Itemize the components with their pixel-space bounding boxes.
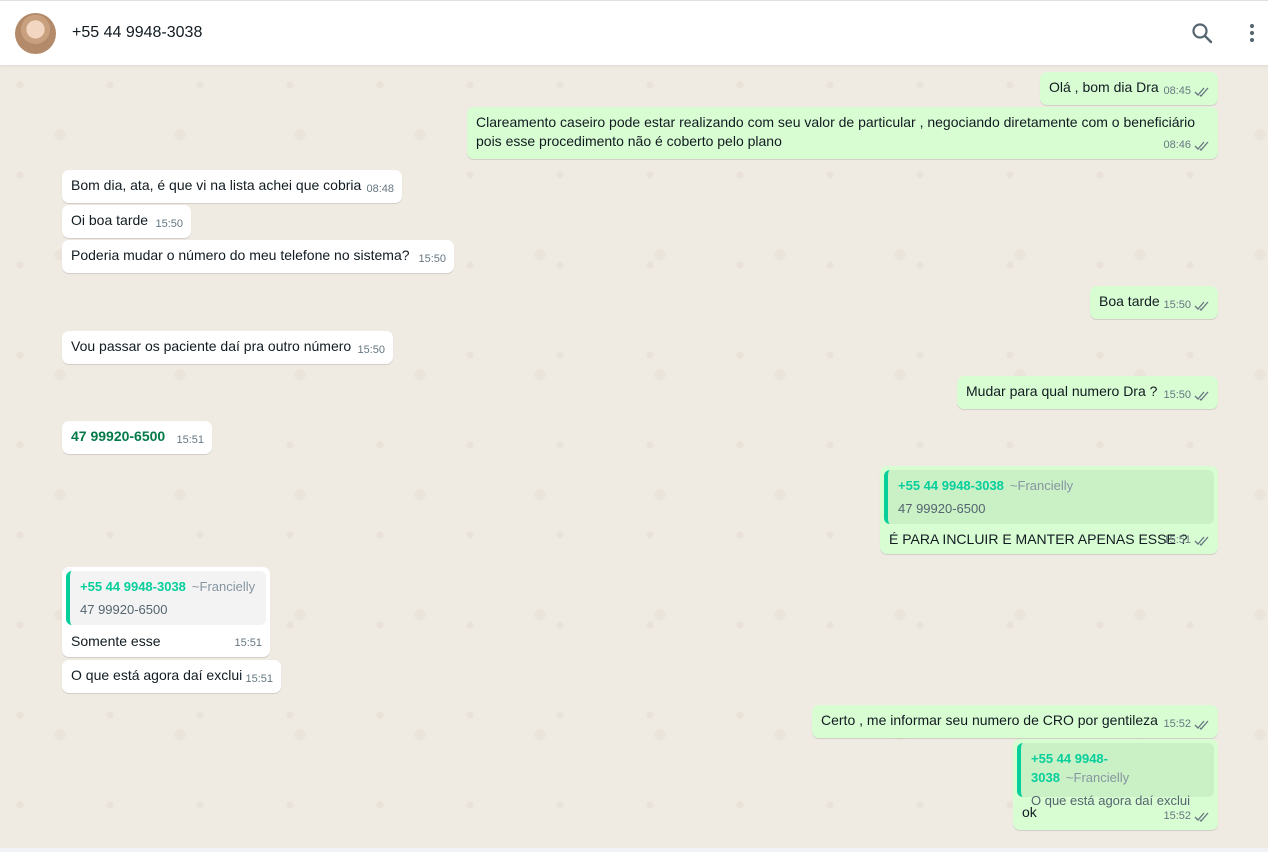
message-text: Vou passar os paciente daí pra outro núm… xyxy=(71,338,352,354)
message-text: Poderia mudar o número do meu telefone n… xyxy=(71,247,410,263)
message-meta: 15:50 xyxy=(155,215,183,234)
message-time: 15:50 xyxy=(1163,389,1191,401)
contact-name[interactable]: +55 44 9948-3038 xyxy=(72,24,202,42)
message-incoming[interactable]: 47 99920-6500 15:51 xyxy=(62,421,212,454)
message-meta: 15:50 xyxy=(1163,386,1210,405)
message-meta: 15:52 xyxy=(1163,807,1210,826)
double-check-icon xyxy=(1194,812,1209,822)
quoted-message[interactable]: +55 44 9948-3038 ~Francielly 47 99920-650… xyxy=(884,470,1214,524)
message-meta: 08:45 xyxy=(1163,82,1210,101)
message-text: Clareamento caseiro pode estar realizand… xyxy=(476,114,1199,149)
message-text: O que está agora daí exclui xyxy=(71,667,243,683)
quoted-message[interactable]: +55 44 9948-3038 ~Francielly 47 99920-650… xyxy=(66,571,266,625)
message-incoming[interactable]: Vou passar os paciente daí pra outro núm… xyxy=(62,331,393,364)
message-outgoing[interactable]: Clareamento caseiro pode estar realizand… xyxy=(467,107,1218,159)
message-time: 08:48 xyxy=(366,183,394,195)
phone-number-link[interactable]: 47 99920-6500 xyxy=(71,428,165,444)
quote-author: +55 44 9948-3038 xyxy=(898,478,1004,493)
message-outgoing-reply[interactable]: +55 44 9948-3038 ~Francielly O que está a… xyxy=(1013,739,1218,830)
message-meta: 15:50 xyxy=(418,250,446,269)
message-outgoing[interactable]: Olá , bom dia Dra 08:45 xyxy=(1040,72,1218,105)
message-text: Oi boa tarde xyxy=(71,212,149,228)
message-meta: 08:46 xyxy=(1163,136,1210,155)
message-text: Somente esse xyxy=(71,633,161,649)
quote-alias: ~Francielly xyxy=(1065,770,1130,785)
quote-alias: ~Francielly xyxy=(191,579,256,594)
message-time: 15:52 xyxy=(1163,810,1191,822)
quote-text: 47 99920-6500 xyxy=(898,501,986,516)
double-check-icon xyxy=(1194,87,1209,97)
quoted-message[interactable]: +55 44 9948-3038 ~Francielly O que está a… xyxy=(1017,743,1214,808)
message-incoming[interactable]: O que está agora daí exclui 15:51 xyxy=(62,660,281,693)
message-text: Boa tarde xyxy=(1099,293,1160,309)
message-time: 08:46 xyxy=(1163,139,1191,151)
message-outgoing[interactable]: Boa tarde 15:50 xyxy=(1090,286,1218,319)
quote-alias: ~Francielly xyxy=(1009,478,1074,493)
avatar[interactable] xyxy=(15,13,56,54)
double-check-icon xyxy=(1194,720,1209,730)
message-time: 15:51 xyxy=(176,434,204,446)
message-meta: 15:52 xyxy=(1163,715,1210,734)
message-incoming[interactable]: Oi boa tarde 15:50 xyxy=(62,205,191,238)
message-incoming-reply[interactable]: +55 44 9948-3038 ~Francielly 47 99920-650… xyxy=(62,567,270,657)
message-incoming[interactable]: Bom dia, ata, é que vi na lista achei qu… xyxy=(62,170,402,203)
double-check-icon xyxy=(1194,536,1209,546)
footer-strip xyxy=(0,848,1268,852)
message-time: 15:51 xyxy=(234,637,262,649)
double-check-icon xyxy=(1194,301,1209,311)
message-meta: 08:48 xyxy=(366,180,394,199)
double-check-icon xyxy=(1194,141,1209,151)
message-text: Olá , bom dia Dra xyxy=(1049,79,1159,95)
double-check-icon xyxy=(1194,391,1209,401)
message-time: 15:50 xyxy=(357,344,385,356)
message-incoming[interactable]: Poderia mudar o número do meu telefone n… xyxy=(62,240,454,273)
message-text: Certo , me informar seu numero de CRO po… xyxy=(821,712,1158,728)
message-meta: 15:51 xyxy=(234,634,262,653)
message-time: 08:45 xyxy=(1163,85,1191,97)
search-icon[interactable] xyxy=(1190,21,1214,45)
message-outgoing[interactable]: Mudar para qual numero Dra ? 15:50 xyxy=(957,376,1218,409)
message-meta: 15:51 xyxy=(176,431,204,450)
message-meta: 15:50 xyxy=(357,341,385,360)
message-time: 15:50 xyxy=(1163,299,1191,311)
message-time: 15:51 xyxy=(1163,534,1191,546)
message-text: É PARA INCLUIR E MANTER APENAS ESSE ? xyxy=(889,531,1188,547)
message-time: 15:50 xyxy=(155,218,183,230)
quote-text: 47 99920-6500 xyxy=(80,602,168,617)
message-outgoing[interactable]: Certo , me informar seu numero de CRO po… xyxy=(812,705,1218,738)
quote-author: +55 44 9948-3038 xyxy=(80,579,186,594)
message-list[interactable]: Olá , bom dia Dra 08:45 Clareamento case… xyxy=(0,65,1268,850)
message-text: Mudar para qual numero Dra ? xyxy=(966,383,1158,399)
message-outgoing-reply[interactable]: +55 44 9948-3038 ~Francielly 47 99920-650… xyxy=(880,466,1218,554)
message-text: Bom dia, ata, é que vi na lista achei qu… xyxy=(71,177,362,193)
message-time: 15:51 xyxy=(245,673,273,685)
chat-header: +55 44 9948-3038 xyxy=(0,0,1268,65)
message-meta: 15:50 xyxy=(1163,296,1210,315)
message-text: ok xyxy=(1022,804,1037,820)
menu-icon[interactable] xyxy=(1240,21,1264,45)
message-time: 15:50 xyxy=(418,253,446,265)
message-time: 15:52 xyxy=(1163,718,1191,730)
message-meta: 15:51 xyxy=(1163,531,1210,550)
message-meta: 15:51 xyxy=(245,670,273,689)
